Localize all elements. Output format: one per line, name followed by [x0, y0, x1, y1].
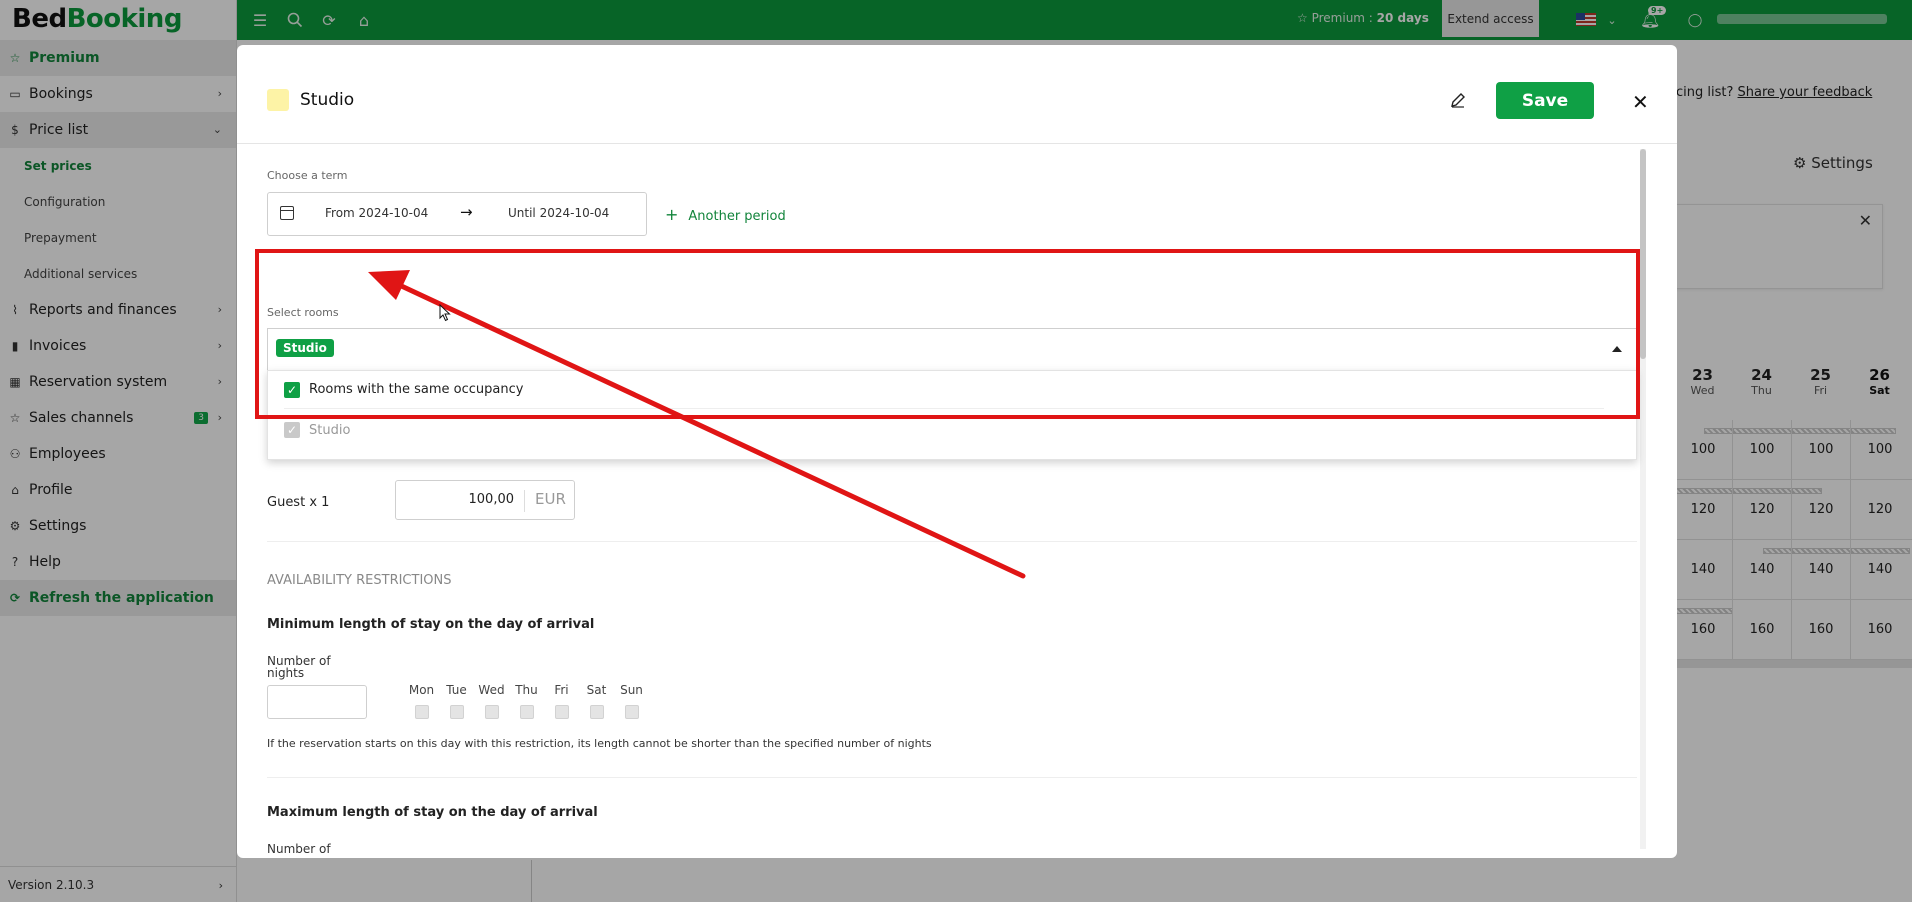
rooms-dropdown: ✓ Rooms with the same occupancy ✓ Studio — [267, 370, 1637, 460]
another-period-label: Another period — [688, 209, 786, 224]
weekday-thu[interactable]: Thu — [509, 683, 544, 719]
max-stay-title: Maximum length of stay on the day of arr… — [267, 805, 598, 820]
weekday-checkbox[interactable] — [519, 705, 534, 719]
weekday-selector: Mon Tue Wed Thu Fri Sat Sun — [404, 683, 649, 719]
weekday-tue[interactable]: Tue — [439, 683, 474, 719]
caret-up-icon[interactable] — [1612, 346, 1622, 352]
date-range-picker[interactable]: From 2024-10-04 → Until 2024-10-04 — [267, 192, 647, 236]
scrollbar-thumb[interactable] — [1640, 149, 1646, 359]
divider — [267, 541, 1637, 542]
room-color-swatch — [267, 89, 289, 111]
nights-label: Number of nights — [267, 654, 331, 680]
min-stay-hint: If the reservation starts on this day wi… — [267, 737, 932, 750]
date-until[interactable]: Until 2024-10-04 — [508, 206, 609, 220]
weekday-checkbox[interactable] — [484, 705, 499, 719]
selected-room-chip[interactable]: Studio — [276, 339, 334, 357]
pencil-icon[interactable] — [1449, 91, 1469, 111]
weekday-checkbox[interactable] — [554, 705, 569, 719]
option-label: Studio — [309, 422, 351, 438]
modal-body: Choose a term From 2024-10-04 → Until 20… — [237, 145, 1677, 855]
arrow-right-icon: → — [460, 203, 473, 221]
price-input[interactable]: 100,00 EUR — [395, 480, 575, 520]
weekday-checkbox[interactable] — [449, 705, 464, 719]
weekday-wed[interactable]: Wed — [474, 683, 509, 719]
currency-label: EUR — [524, 490, 566, 512]
scrollbar[interactable] — [1640, 149, 1646, 849]
divider — [267, 777, 1637, 778]
checkbox-disabled: ✓ — [284, 422, 300, 438]
min-nights-input[interactable] — [267, 685, 367, 719]
edit-prices-modal: Studio Save ✕ Choose a term From 2024-10… — [237, 45, 1677, 858]
choose-term-label: Choose a term — [267, 169, 348, 182]
select-rooms-label: Select rooms — [267, 306, 339, 319]
weekday-checkbox[interactable] — [624, 705, 639, 719]
close-icon[interactable]: ✕ — [1632, 90, 1649, 114]
modal-header: Studio Save ✕ — [237, 45, 1677, 144]
nights-label: Number of nights — [267, 842, 331, 855]
rooms-select[interactable]: Studio — [267, 328, 1637, 370]
option-studio: ✓ Studio — [268, 411, 1636, 449]
mouse-cursor-icon — [439, 304, 451, 322]
weekday-mon[interactable]: Mon — [404, 683, 439, 719]
weekday-checkbox[interactable] — [589, 705, 604, 719]
modal-title: Studio — [300, 90, 355, 110]
another-period-button[interactable]: + Another period — [665, 205, 786, 224]
min-stay-title: Minimum length of stay on the day of arr… — [267, 617, 595, 632]
save-button[interactable]: Save — [1496, 82, 1594, 119]
date-from[interactable]: From 2024-10-04 — [325, 206, 428, 220]
calendar-icon — [280, 206, 294, 220]
weekday-sat[interactable]: Sat — [579, 683, 614, 719]
availability-section-title: AVAILABILITY RESTRICTIONS — [267, 573, 452, 588]
price-value[interactable]: 100,00 — [406, 492, 515, 507]
weekday-fri[interactable]: Fri — [544, 683, 579, 719]
weekday-sun[interactable]: Sun — [614, 683, 649, 719]
plus-icon: + — [665, 205, 679, 224]
weekday-checkbox[interactable] — [414, 705, 429, 719]
option-same-occupancy[interactable]: ✓ Rooms with the same occupancy — [284, 371, 1604, 409]
checkbox-checked[interactable]: ✓ — [284, 381, 300, 398]
guest-label: Guest x 1 — [267, 495, 330, 510]
option-label: Rooms with the same occupancy — [309, 382, 524, 397]
